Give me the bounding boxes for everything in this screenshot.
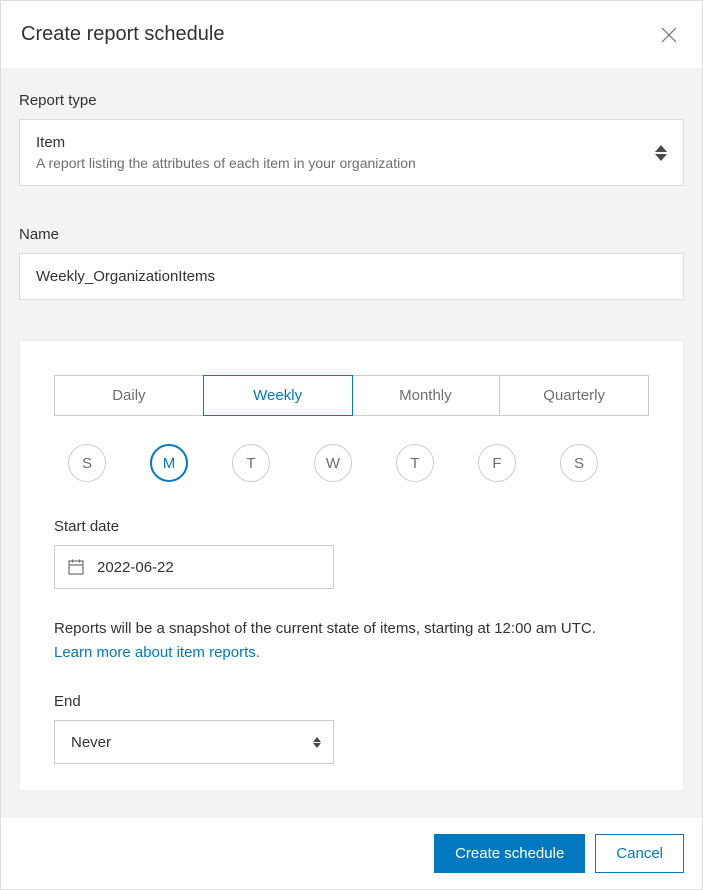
info-text-content: Reports will be a snapshot of the curren… bbox=[54, 620, 596, 637]
end-select[interactable]: Never bbox=[54, 720, 334, 764]
day-of-week-row: S M T W T F S bbox=[54, 444, 649, 482]
name-label: Name bbox=[19, 226, 684, 243]
dialog-body: Report type Item A report listing the at… bbox=[1, 68, 702, 817]
create-schedule-button[interactable]: Create schedule bbox=[434, 834, 585, 873]
tab-weekly[interactable]: Weekly bbox=[203, 375, 353, 416]
start-date-value: 2022-06-22 bbox=[97, 559, 174, 576]
dialog-header: Create report schedule bbox=[1, 1, 702, 68]
tab-quarterly[interactable]: Quarterly bbox=[500, 376, 648, 415]
end-value: Never bbox=[71, 734, 111, 751]
tab-daily[interactable]: Daily bbox=[55, 376, 204, 415]
info-text: Reports will be a snapshot of the curren… bbox=[54, 617, 649, 665]
day-tuesday[interactable]: T bbox=[232, 444, 270, 482]
close-icon bbox=[660, 26, 678, 44]
updown-icon bbox=[313, 737, 321, 748]
tab-monthly[interactable]: Monthly bbox=[352, 376, 501, 415]
start-date-input[interactable]: 2022-06-22 bbox=[54, 545, 334, 589]
day-sunday[interactable]: S bbox=[68, 444, 106, 482]
dialog-title: Create report schedule bbox=[21, 23, 224, 46]
end-label: End bbox=[54, 693, 649, 710]
report-type-description: A report listing the attributes of each … bbox=[36, 155, 655, 171]
name-input[interactable] bbox=[19, 253, 684, 300]
start-date-label: Start date bbox=[54, 518, 649, 535]
schedule-panel: Daily Weekly Monthly Quarterly S M T W T… bbox=[19, 340, 684, 791]
day-thursday[interactable]: T bbox=[396, 444, 434, 482]
updown-icon bbox=[655, 145, 667, 161]
report-type-value: Item bbox=[36, 134, 655, 151]
day-wednesday[interactable]: W bbox=[314, 444, 352, 482]
frequency-tabs: Daily Weekly Monthly Quarterly bbox=[54, 375, 649, 416]
report-type-label: Report type bbox=[19, 92, 684, 109]
day-monday[interactable]: M bbox=[150, 444, 188, 482]
day-saturday[interactable]: S bbox=[560, 444, 598, 482]
close-button[interactable] bbox=[658, 24, 680, 46]
day-friday[interactable]: F bbox=[478, 444, 516, 482]
cancel-button[interactable]: Cancel bbox=[595, 834, 684, 873]
learn-more-link[interactable]: Learn more about item reports. bbox=[54, 644, 260, 661]
report-type-select[interactable]: Item A report listing the attributes of … bbox=[19, 119, 684, 186]
dialog-footer: Create schedule Cancel bbox=[1, 817, 702, 889]
calendar-icon bbox=[67, 558, 85, 576]
